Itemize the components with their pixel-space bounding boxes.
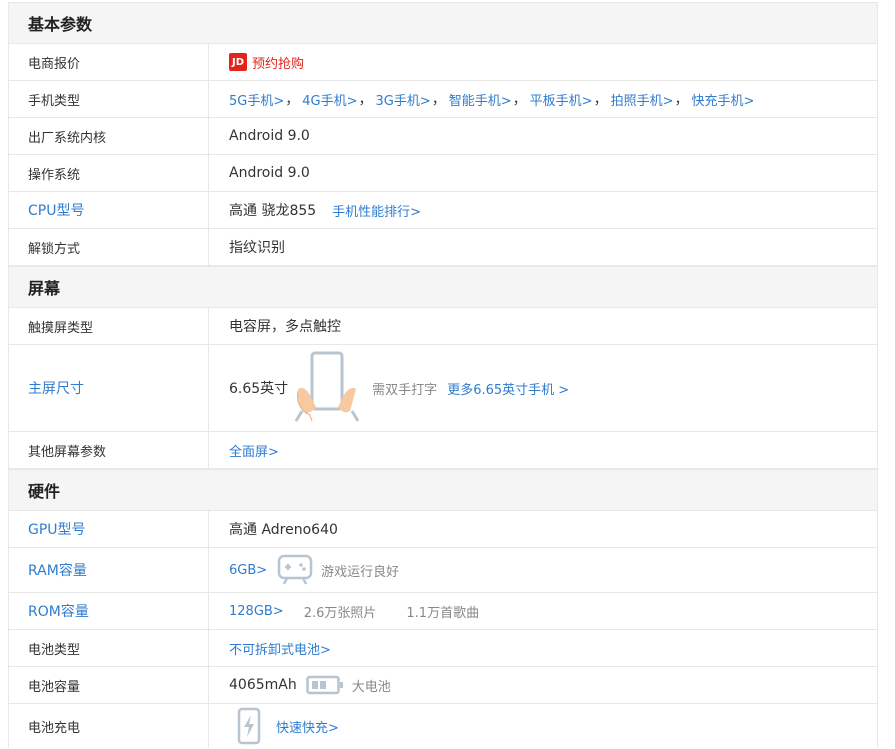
- game-hint: 游戏运行良好: [321, 564, 400, 580]
- fullscreen-link[interactable]: 全面屏>: [229, 441, 279, 460]
- value-gpu: 高通 Adreno640: [229, 522, 338, 538]
- label-battery-type: 电池类型: [9, 630, 209, 666]
- row-os: 操作系统 Android 9.0: [9, 155, 877, 192]
- section-header-hardware: 硬件: [9, 469, 877, 511]
- section-header-basic: 基本参数: [9, 2, 877, 44]
- value-screen-size: 6.65英寸: [229, 381, 289, 397]
- separator: ，: [431, 92, 446, 108]
- separator: ，: [358, 92, 373, 108]
- row-cpu: CPU型号 高通 骁龙855 手机性能排行>: [9, 192, 877, 229]
- big-battery-hint: 大电池: [351, 679, 391, 695]
- row-unlock: 解锁方式 指纹识别: [9, 229, 877, 266]
- phone-type-link-camera[interactable]: 拍照手机>: [611, 90, 674, 109]
- value-touch: 电容屏，多点触控: [229, 319, 341, 335]
- label-battery-capacity: 电池容量: [9, 667, 209, 703]
- value-unlock: 指纹识别: [229, 240, 285, 256]
- photos-count: 2.6万张照片: [303, 605, 377, 621]
- label-gpu-link[interactable]: GPU型号: [9, 511, 209, 547]
- row-factory-os: 出厂系统内核 Android 9.0: [9, 118, 877, 155]
- preorder-link[interactable]: 预约抢购: [252, 53, 304, 72]
- phone-type-link-tablet[interactable]: 平板手机>: [530, 90, 593, 109]
- more-size-link[interactable]: 更多6.65英寸手机 >: [447, 379, 569, 398]
- label-phone-type: 手机类型: [9, 81, 209, 117]
- phone-type-link-3g[interactable]: 3G手机>: [376, 90, 431, 109]
- row-battery-type: 电池类型 不可拆卸式电池>: [9, 630, 877, 667]
- two-hand-hint: 需双手打字: [372, 382, 438, 398]
- row-touch: 触摸屏类型 电容屏，多点触控: [9, 308, 877, 345]
- separator: ，: [285, 92, 300, 108]
- jd-logo-icon[interactable]: JD: [229, 53, 247, 71]
- label-screen-size-link[interactable]: 主屏尺寸: [9, 345, 209, 431]
- row-charging: 电池充电 快速快充>: [9, 704, 877, 748]
- row-screen-other: 其他屏幕参数 全面屏>: [9, 432, 877, 469]
- battery-type-link[interactable]: 不可拆卸式电池>: [229, 639, 331, 658]
- label-charging: 电池充电: [9, 704, 209, 748]
- rom-link[interactable]: 128GB>: [229, 604, 284, 619]
- separator: ，: [593, 92, 608, 108]
- label-cpu-link[interactable]: CPU型号: [9, 192, 209, 228]
- value-battery-capacity: 4065mAh: [229, 677, 297, 693]
- songs-count: 1.1万首歌曲: [406, 605, 480, 621]
- value-factory-os: Android 9.0: [229, 128, 310, 144]
- value-os: Android 9.0: [229, 165, 310, 181]
- row-rom: ROM容量 128GB> 2.6万张照片 1.1万首歌曲: [9, 593, 877, 630]
- phone-type-link-5g[interactable]: 5G手机>: [229, 90, 284, 109]
- label-screen-other: 其他屏幕参数: [9, 432, 209, 468]
- fast-charge-link[interactable]: 快速快充>: [276, 717, 339, 736]
- performance-rank-link[interactable]: 手机性能排行>: [332, 201, 421, 220]
- section-header-screen: 屏幕: [9, 266, 877, 308]
- spec-table: 基本参数 电商报价 JD 预约抢购 手机类型 5G手机>， 4G手机>， 3G手…: [8, 2, 878, 748]
- two-hands-phone-icon: [294, 351, 360, 422]
- label-rom-link[interactable]: ROM容量: [9, 593, 209, 629]
- row-gpu: GPU型号 高通 Adreno640: [9, 511, 877, 548]
- separator: ，: [512, 92, 527, 108]
- row-screen-size: 主屏尺寸 6.65英寸 需双手打字 更多6.65英寸手机 >: [9, 345, 877, 432]
- phone-type-link-smart[interactable]: 智能手机>: [449, 90, 512, 109]
- row-battery-capacity: 电池容量 4065mAh 大电池: [9, 667, 877, 704]
- label-ram-link[interactable]: RAM容量: [9, 548, 209, 592]
- value-cpu: 高通 骁龙855: [229, 203, 317, 219]
- label-unlock: 解锁方式: [9, 229, 209, 265]
- phone-type-link-4g[interactable]: 4G手机>: [302, 90, 357, 109]
- label-factory-os: 出厂系统内核: [9, 118, 209, 154]
- row-ram: RAM容量 6GB> 游戏运行良好: [9, 548, 877, 593]
- battery-icon: [305, 675, 343, 695]
- row-phone-type: 手机类型 5G手机>， 4G手机>， 3G手机>， 智能手机>， 平板手机>， …: [9, 81, 877, 118]
- gamepad-icon: [277, 554, 313, 585]
- label-os: 操作系统: [9, 155, 209, 191]
- row-price: 电商报价 JD 预约抢购: [9, 44, 877, 81]
- ram-link[interactable]: 6GB>: [229, 563, 267, 578]
- label-touch: 触摸屏类型: [9, 308, 209, 344]
- phone-type-link-fastcharge[interactable]: 快充手机>: [691, 90, 754, 109]
- separator: ，: [674, 92, 689, 108]
- flash-charge-icon: [237, 707, 261, 745]
- label-price: 电商报价: [9, 44, 209, 80]
